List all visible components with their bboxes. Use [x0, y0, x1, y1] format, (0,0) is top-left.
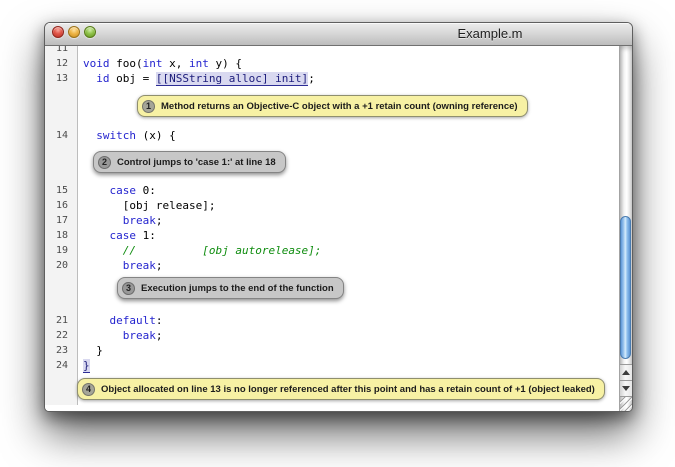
bubble-step-number: 4 — [82, 383, 95, 396]
code-line: 15 case 0: — [45, 183, 619, 198]
line-number: 13 — [45, 71, 77, 86]
line-number: 14 — [45, 128, 77, 143]
analyzer-highlight-range: [[NSString alloc] init] — [156, 72, 308, 86]
bubble-step-number: 3 — [122, 282, 135, 295]
code-line: 18 case 1: — [45, 228, 619, 243]
analyzer-bubble-1[interactable]: 1 Method returns an Objective-C object wi… — [137, 95, 528, 117]
line-number: 22 — [45, 328, 77, 343]
bubble-row: 3 Execution jumps to the end of the funct… — [45, 277, 619, 299]
screenshot-page: Example.m 1112void foo(int x, int y) {13… — [0, 0, 675, 467]
down-arrow-icon — [622, 386, 630, 391]
bubble-step-number: 1 — [142, 100, 155, 113]
code-line: 23 } — [45, 343, 619, 358]
window-title: Example.m — [425, 23, 555, 45]
code-text[interactable]: default: — [77, 313, 162, 328]
line-number: 23 — [45, 343, 77, 358]
scroll-up-button[interactable] — [620, 364, 632, 380]
code-line: 11 — [45, 46, 619, 56]
minimize-button[interactable] — [68, 26, 80, 38]
line-number: 24 — [45, 358, 77, 373]
code-line: 19 // [obj autorelease]; — [45, 243, 619, 258]
code-text[interactable]: switch (x) { — [77, 128, 176, 143]
line-number: 15 — [45, 183, 77, 198]
bubble-message: Method returns an Objective-C object wit… — [161, 101, 518, 112]
bubble-step-number: 2 — [98, 156, 111, 169]
bubble-row: 4 Object allocated on line 13 is no longe… — [45, 378, 619, 400]
bubble-message: Control jumps to 'case 1:' at line 18 — [117, 157, 276, 168]
line-number: 19 — [45, 243, 77, 258]
code-line: 22 break; — [45, 328, 619, 343]
line-number: 20 — [45, 258, 77, 273]
code-line: 17 break; — [45, 213, 619, 228]
analyzer-bubble-3[interactable]: 3 Execution jumps to the end of the funct… — [117, 277, 344, 299]
editor-content: 1112void foo(int x, int y) {13 id obj = … — [45, 46, 632, 412]
code-text[interactable]: case 1: — [77, 228, 156, 243]
code-rows: 1112void foo(int x, int y) {13 id obj = … — [45, 46, 619, 400]
code-line: 24} — [45, 358, 619, 373]
code-text[interactable]: [obj release]; — [77, 198, 215, 213]
vertical-scrollbar[interactable] — [619, 46, 632, 412]
bubble-message: Object allocated on line 13 is no longer… — [101, 384, 595, 395]
line-number: 11 — [45, 46, 77, 56]
up-arrow-icon — [622, 370, 630, 375]
analyzer-highlight-range: } — [83, 359, 90, 373]
code-text[interactable]: break; — [77, 213, 163, 228]
code-text[interactable]: break; — [77, 328, 163, 343]
code-line: 14 switch (x) { — [45, 128, 619, 143]
analyzer-bubble-2[interactable]: 2 Control jumps to 'case 1:' at line 18 — [93, 151, 286, 173]
code-text[interactable]: break; — [77, 258, 163, 273]
line-number: 17 — [45, 213, 77, 228]
code-text[interactable]: case 0: — [77, 183, 156, 198]
traffic-lights — [52, 26, 98, 38]
bubble-row: 2 Control jumps to 'case 1:' at line 18 — [45, 151, 619, 173]
code-text[interactable]: id obj = [[NSString alloc] init]; — [77, 71, 315, 86]
line-number: 12 — [45, 56, 77, 71]
bubble-message: Execution jumps to the end of the functi… — [141, 283, 334, 294]
window: Example.m 1112void foo(int x, int y) {13… — [44, 22, 633, 412]
code-text[interactable]: // [obj autorelease]; — [77, 243, 321, 258]
close-button[interactable] — [52, 26, 64, 38]
resize-grip-icon[interactable] — [620, 396, 632, 412]
analyzer-bubble-4[interactable]: 4 Object allocated on line 13 is no longe… — [77, 378, 605, 400]
code-line: 21 default: — [45, 313, 619, 328]
scroll-down-button[interactable] — [620, 380, 632, 396]
line-number: 16 — [45, 198, 77, 213]
code-text[interactable]: void foo(int x, int y) { — [77, 56, 242, 71]
scrollbar-thumb[interactable] — [620, 216, 631, 359]
code-line: 16 [obj release]; — [45, 198, 619, 213]
line-number: 18 — [45, 228, 77, 243]
code-line: 13 id obj = [[NSString alloc] init]; — [45, 71, 619, 86]
window-titlebar[interactable]: Example.m — [45, 23, 632, 46]
code-text[interactable]: } — [77, 358, 90, 373]
zoom-button[interactable] — [84, 26, 96, 38]
code-line: 12void foo(int x, int y) { — [45, 56, 619, 71]
line-number: 21 — [45, 313, 77, 328]
code-text[interactable]: } — [77, 343, 103, 358]
code-line: 20 break; — [45, 258, 619, 273]
bubble-row: 1 Method returns an Objective-C object wi… — [45, 95, 619, 117]
